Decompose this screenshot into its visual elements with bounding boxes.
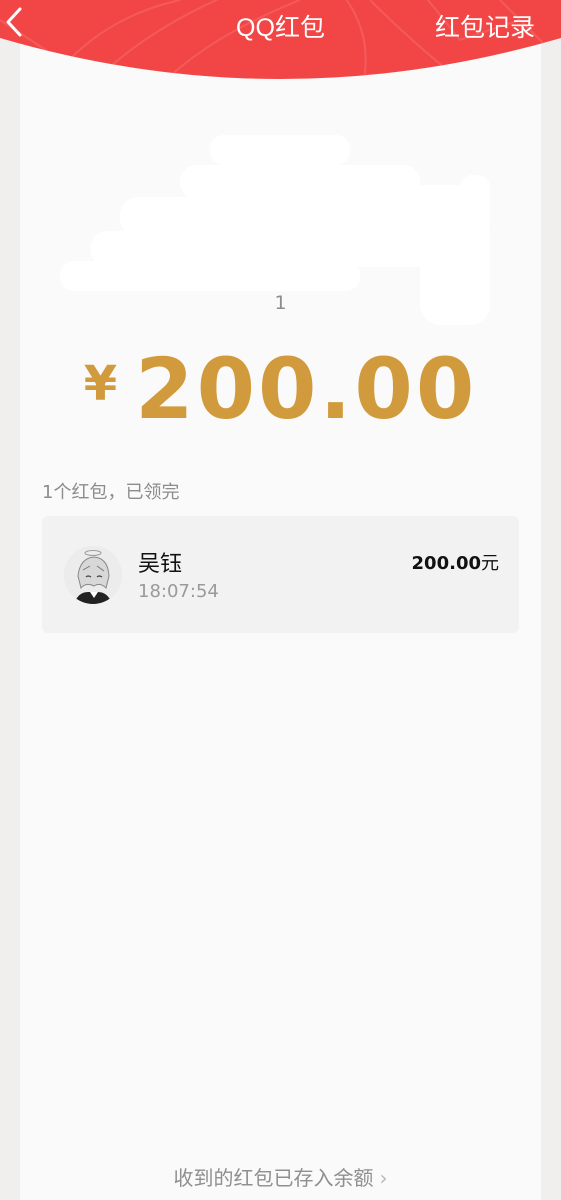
chevron-left-icon bbox=[6, 7, 22, 37]
balance-notice-text: 收到的红包已存入余额 bbox=[173, 1166, 374, 1190]
recipient-amount: 200.00元 bbox=[412, 549, 499, 575]
envelope-subtitle: 1 bbox=[274, 292, 287, 314]
list-item[interactable]: 吴钰 18:07:54 200.00元 bbox=[42, 516, 519, 633]
avatar bbox=[64, 546, 122, 604]
envelope-summary: 1个红包，已领完 bbox=[42, 482, 180, 503]
chevron-right-icon: › bbox=[379, 1166, 388, 1190]
recipient-amount-value: 200.00 bbox=[411, 553, 481, 574]
records-link[interactable]: 红包记录 bbox=[435, 8, 535, 44]
back-button[interactable] bbox=[4, 6, 40, 46]
amount-unit: 元 bbox=[481, 553, 499, 574]
header-banner: QQ红包 红包记录 bbox=[0, 0, 561, 96]
received-amount: ¥200.00 bbox=[0, 340, 561, 438]
currency-symbol: ¥ bbox=[83, 356, 118, 412]
received-time: 18:07:54 bbox=[138, 581, 219, 602]
amount-value: 200.00 bbox=[135, 340, 478, 438]
recipient-name: 吴钰 bbox=[138, 552, 183, 577]
balance-notice-link[interactable]: 收到的红包已存入余额 › bbox=[0, 1162, 561, 1191]
anime-character-avatar bbox=[64, 546, 122, 604]
